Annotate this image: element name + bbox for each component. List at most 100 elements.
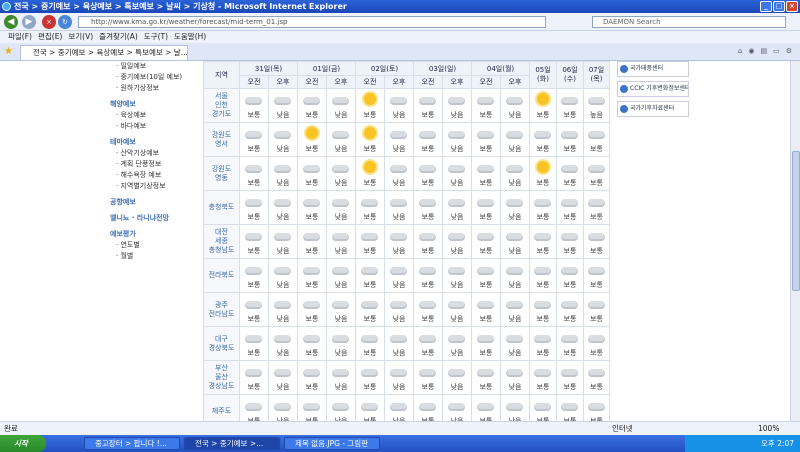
region-cell[interactable]: 제주도 [203,394,240,421]
rain-probability-label: 낮음 [276,349,290,357]
sunny-icon [360,160,380,174]
sidebar-link[interactable]: · 계획 단풍정보 [110,159,206,170]
region-cell[interactable]: 전라북도 [203,258,240,293]
forecast-cell: 낮음 [384,224,414,259]
region-cell[interactable]: 부산 울산 경상남도 [203,360,240,395]
menu-item[interactable]: 파일(F) [8,31,32,43]
forecast-cell: 낮음 [326,326,356,361]
menu-item[interactable]: 도움말(H) [174,31,206,43]
tools-icon[interactable]: ⚙ [786,47,792,55]
menu-item[interactable]: 즐겨찾기(A) [99,31,138,43]
menu-item[interactable]: 편집(E) [38,31,62,43]
sidebar-link[interactable]: · 육상예보 [110,110,206,121]
rain-probability-label: 낮음 [334,213,348,221]
stop-icon[interactable]: × [42,15,56,29]
address-input[interactable]: http://www.kma.go.kr/weather/forecast/mi… [78,16,546,28]
region-cell[interactable]: 강원도 영서 [203,122,240,157]
related-site-link[interactable]: CCIC 기후변화정보센터 [617,81,689,97]
task-item-2[interactable]: 전국 > 중기예보 >... [184,437,280,450]
menu-item[interactable]: 도구(T) [144,31,168,43]
forecast-cell: 보통 [556,292,584,327]
sidebar-link[interactable]: · 산악기상예보 [110,148,206,159]
forecast-cell: 보통 [471,394,501,421]
rain-probability-label: 보통 [563,281,577,289]
menu-item[interactable]: 보기(V) [68,31,93,43]
forecast-cell: 낮음 [500,190,530,225]
partly-cloudy-icon [331,126,351,140]
sidebar-link[interactable]: · 원하기상정보 [110,83,206,94]
rain-probability-label: 보통 [247,145,261,153]
partly-cloudy-icon [302,92,322,106]
sidebar-heading[interactable]: 테마예보 [110,137,206,148]
rain-probability-label: 보통 [305,383,319,391]
partly-cloudy-icon [418,126,438,140]
partly-cloudy-icon [360,330,380,344]
sidebar-link[interactable]: · 일일예보 [110,61,206,72]
partly-cloudy-icon [418,296,438,310]
feeds-icon[interactable]: ◉ [748,47,754,55]
partly-cloudy-icon [360,398,380,412]
refresh-icon[interactable]: ↻ [58,15,72,29]
forward-icon[interactable]: ▶ [22,15,36,29]
forecast-cell: 보통 [471,360,501,395]
forecast-cell: 낮음 [500,360,530,395]
maximize-button[interactable]: □ [773,1,785,12]
partly-cloudy-icon [447,364,467,378]
half-day-header: 오후 [268,75,298,89]
region-cell[interactable]: 충청북도 [203,190,240,225]
zoom-level[interactable]: 100% [758,422,779,435]
sidebar-link[interactable]: · 중기예보(10일 예보) [110,72,206,83]
start-button[interactable]: 시작 [0,435,46,452]
ie-logo-icon [2,2,11,11]
sidebar-link[interactable]: · 바다예보 [110,121,206,132]
sidebar-heading[interactable]: 예보평가 [110,229,206,240]
sidebar-heading[interactable]: 엘니뇨 · 라니냐전망 [110,213,206,224]
sidebar-link[interactable]: · 월별 [110,251,206,262]
partly-cloudy-icon [418,92,438,106]
date-header: 02일(토) [355,61,414,76]
rain-probability-label: 보통 [590,145,603,153]
partly-cloudy-icon [302,262,322,276]
scroll-thumb[interactable] [792,151,800,291]
rain-probability-label: 보통 [590,383,603,391]
sidebar-link[interactable]: · 연도별 [110,240,206,251]
related-site-link[interactable]: 국가태풍센터 [617,61,689,77]
sidebar-link[interactable]: · 해수욕장 예보 [110,170,206,181]
forecast-table: 지역 31일(목) 01일(금) 02일(토) 03일(일) 04일(월) 05일(화) 06… [203,61,610,421]
partly-cloudy-icon [587,92,607,106]
active-tab[interactable]: 전국 > 중기예보 > 육상예보 > 특보예보 > 날... [20,45,188,60]
address-bar-row: ◀ ▶ × ↻ http://www.kma.go.kr/weather/for… [0,13,800,31]
print-icon[interactable]: ▤ [760,47,767,55]
close-button[interactable]: × [786,1,798,12]
region-cell[interactable]: 서울 인천 경기도 [203,88,240,123]
rain-probability-label: 낮음 [508,281,522,289]
page-icon[interactable]: ▭ [773,47,780,55]
task-item-1[interactable]: 중고장터 > 팝니다 !... [84,437,180,450]
region-cell[interactable]: 대구 경상북도 [203,326,240,361]
forecast-cell: 낮음 [500,122,530,157]
vertical-scrollbar[interactable] [790,61,800,421]
partly-cloudy-icon [360,364,380,378]
minimize-button[interactable]: _ [760,1,772,12]
search-input[interactable]: DAEMON Search [592,16,786,28]
forecast-cell: 낮음 [268,156,298,191]
rain-probability-label: 보통 [363,383,377,391]
partly-cloudy-icon [389,228,409,242]
sidebar-link[interactable]: · 지역별기상정보 [110,181,206,192]
partly-cloudy-icon [244,296,264,310]
home-icon[interactable]: ⌂ [738,47,742,55]
related-site-link[interactable]: 국가기후자료센터 [617,101,689,117]
task-item-3[interactable]: 제목 없음.JPG - 그림판 [284,437,380,450]
rain-probability-label: 보통 [536,179,550,187]
forecast-cell: 보통 [556,326,584,361]
favorites-star-icon[interactable]: ★ [4,46,13,57]
back-icon[interactable]: ◀ [4,15,18,29]
rain-probability-label: 보통 [536,247,550,255]
region-cell[interactable]: 대전 세종 충청남도 [203,224,240,259]
region-cell[interactable]: 광주 전라남도 [203,292,240,327]
sunny-icon [302,126,322,140]
sidebar-heading[interactable]: 해양예보 [110,99,206,110]
region-cell[interactable]: 강원도 영동 [203,156,240,191]
partly-cloudy-icon [560,228,580,242]
sidebar-heading[interactable]: 공항예보 [110,197,206,208]
